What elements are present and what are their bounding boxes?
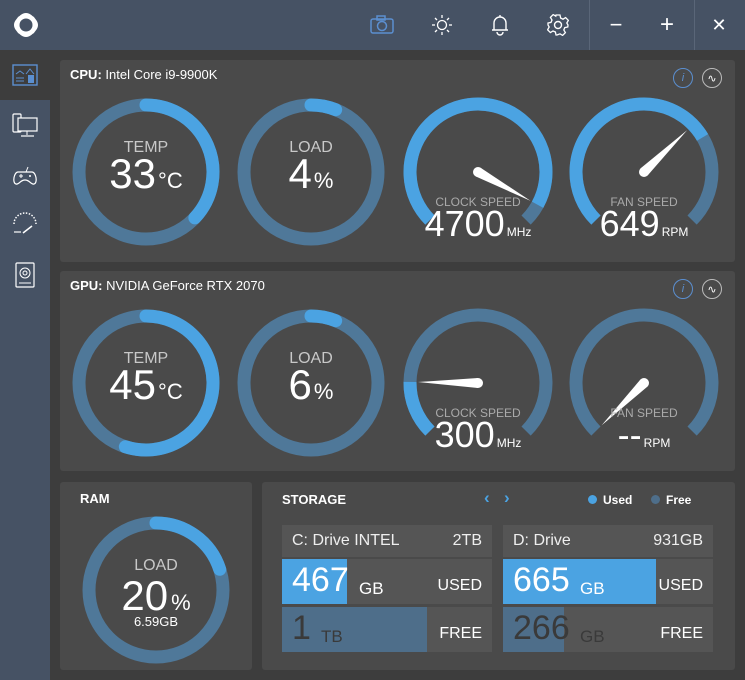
storage-panel: STORAGE ‹ › Used Free C: Drive INTEL SSD… — [262, 482, 735, 670]
header-divider — [589, 0, 590, 50]
value-unit: % — [313, 168, 334, 193]
maximize-button[interactable]: + — [655, 11, 679, 38]
value-unit: % — [313, 379, 334, 404]
header-divider — [694, 0, 695, 50]
gpu-clock-value: 300 MHz — [398, 414, 558, 456]
computer-icon[interactable] — [12, 113, 38, 139]
gpu-fan-value: -- RPM — [564, 414, 724, 456]
value-number: 6 — [288, 361, 312, 408]
drive-size: 931GB — [653, 532, 703, 549]
drive-used-bar: 665 GB USED — [503, 559, 713, 604]
gpu-load-value: 6% — [231, 361, 391, 409]
legend-free-dot — [651, 495, 660, 504]
sidebar-item-dashboard[interactable] — [0, 50, 50, 100]
value-unit: MHz — [506, 225, 532, 239]
drive-free-bar: 1 TB FREE — [282, 607, 492, 652]
brightness-icon[interactable] — [430, 13, 454, 37]
minimize-button[interactable]: − — [604, 12, 628, 37]
cpu-temp-value: 33°C — [66, 150, 226, 198]
drive-free-tag: FREE — [660, 625, 703, 642]
cpu-load-value: 4% — [231, 150, 391, 198]
drive-free-value: 1 — [292, 609, 311, 647]
drive-used-value: 665 — [513, 561, 570, 599]
value-number: 33 — [109, 150, 157, 197]
cpu-panel: CPU: Intel Core i9-9900K i ∿ TEMP 33°C LOA… — [60, 60, 735, 262]
dashboard-icon — [12, 64, 38, 86]
drive-used-tag: USED — [437, 577, 482, 594]
prev-drive-button[interactable]: ‹ — [484, 488, 490, 508]
drive-used-value: 467 — [292, 561, 349, 599]
legend-used-dot — [588, 495, 597, 504]
drive-free-bar: 266 GB FREE — [503, 607, 713, 652]
close-button[interactable]: ✕ — [707, 13, 731, 37]
drive-name: D: Drive CT1000M... — [513, 532, 597, 581]
value-unit: RPM — [661, 225, 689, 239]
drive-free-value: 266 — [513, 609, 570, 647]
cpu-clock-value: 4700 MHz — [398, 203, 558, 245]
ram-used-gb: 6.59GB — [133, 614, 179, 629]
gpu-temp-value: 45°C — [66, 361, 226, 409]
legend-free-label: Free — [666, 493, 692, 507]
cpu-load-ring-fill — [304, 98, 343, 117]
ram-load-value: 20% — [60, 572, 252, 620]
value-unit: °C — [158, 168, 183, 193]
sidebar — [0, 50, 50, 680]
title-bar: − + ✕ — [0, 0, 745, 50]
value-unit: MHz — [496, 436, 522, 450]
legend-used-label: Used — [603, 493, 633, 507]
gpu-load-ring-fill — [304, 309, 343, 328]
drive-header[interactable]: C: Drive INTEL SSDP... 2TB — [282, 525, 492, 581]
value-unit: RPM — [643, 436, 671, 450]
gamepad-icon[interactable] — [12, 163, 38, 189]
ram-panel: RAM LOAD 20% 6.59GB — [60, 482, 252, 670]
drive-used-bar: 467 GB USED — [282, 559, 492, 604]
drive-used-tag: USED — [658, 577, 703, 594]
drive-free-unit: GB — [580, 627, 605, 646]
storage-title: STORAGE — [282, 492, 347, 507]
drive-name: C: Drive INTEL SSDP... — [292, 532, 399, 581]
ram-unit: % — [171, 590, 191, 615]
cpu-fan-value: 649 RPM — [564, 203, 724, 245]
cpu-clock-gauge-hub — [473, 167, 483, 177]
value-number: 300 — [434, 414, 495, 455]
drive-used-unit: GB — [359, 579, 384, 598]
gpu-clock-gauge-hub — [473, 378, 483, 388]
gear-icon[interactable] — [546, 13, 570, 37]
hard-drive-icon[interactable] — [12, 262, 38, 288]
value-number: 45 — [109, 361, 157, 408]
next-drive-button[interactable]: › — [504, 488, 510, 508]
app-logo-icon[interactable] — [12, 11, 40, 39]
drive-free-tag: FREE — [439, 625, 482, 642]
legend-used: Used — [588, 493, 632, 507]
gpu-panel: GPU: NVIDIA GeForce RTX 2070 i ∿ TEMP 45°… — [60, 271, 735, 471]
bell-icon[interactable] — [488, 13, 512, 37]
gpu-fan-gauge-hub — [639, 378, 649, 388]
value-unit: °C — [158, 379, 183, 404]
legend-free: Free — [651, 493, 691, 507]
gpu-clock-gauge-needle — [418, 378, 479, 388]
value-number: -- — [617, 414, 642, 455]
value-number: 4700 — [424, 203, 505, 244]
drive-used-unit: GB — [580, 579, 605, 598]
value-number: 4 — [288, 150, 312, 197]
camera-icon[interactable] — [370, 13, 394, 37]
drive-free-unit: TB — [321, 627, 343, 646]
value-number: 649 — [599, 203, 660, 244]
drive-size: 2TB — [452, 532, 482, 549]
ram-value: 20 — [121, 572, 169, 619]
drive-header[interactable]: D: Drive CT1000M... 931GB — [503, 525, 713, 581]
cpu-fan-gauge-hub — [639, 167, 649, 177]
performance-gauge-icon[interactable] — [12, 212, 38, 238]
